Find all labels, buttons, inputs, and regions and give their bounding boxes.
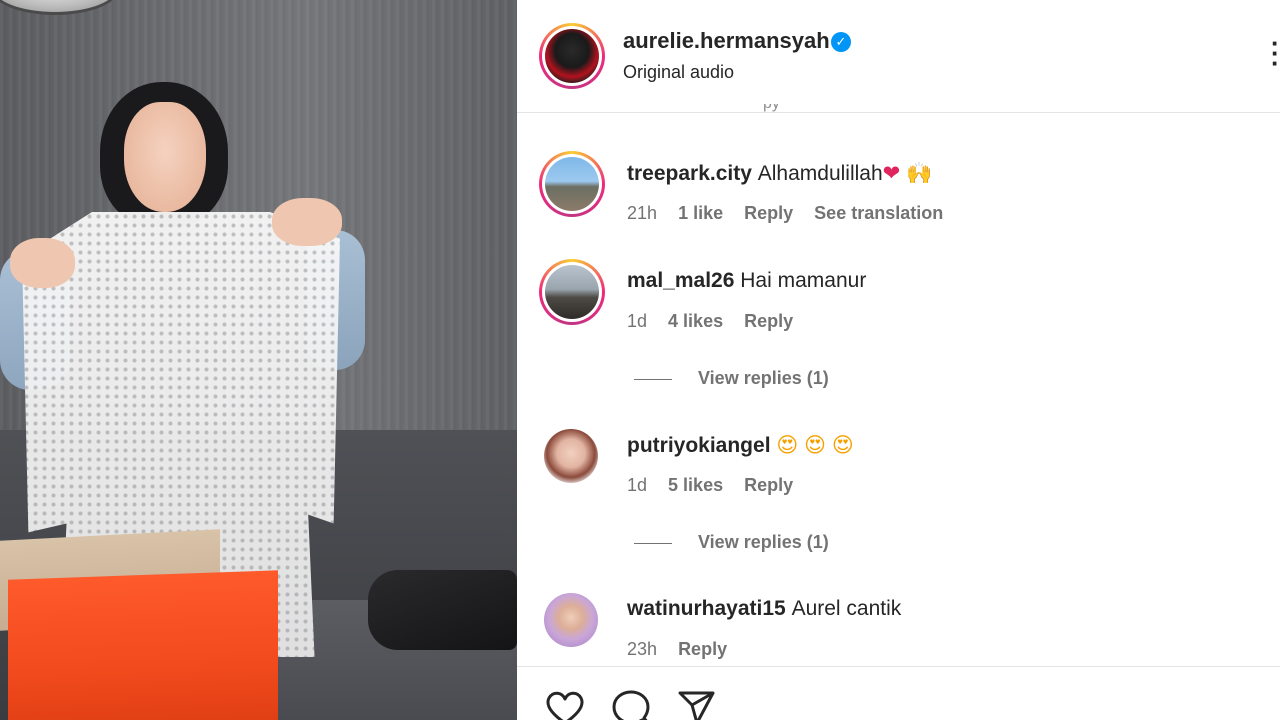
comment-time: 1d xyxy=(627,311,648,331)
owner-username[interactable]: aurelie.hermansyah xyxy=(623,28,830,54)
comment-icon[interactable] xyxy=(611,690,651,720)
comments-panel: aurelie.hermansyah ✓ Original audio · · · … xyxy=(517,0,1280,720)
comment-time: 1d xyxy=(627,475,648,495)
reply-button[interactable]: Reply xyxy=(744,311,793,331)
raising-hands-emoji: 🙌 xyxy=(906,161,933,185)
comment-avatar[interactable] xyxy=(544,429,598,483)
comment-text: Hai mamanur xyxy=(740,269,867,292)
comment-1: treepark.city Alhamdulillah❤ 🙌 xyxy=(627,161,932,186)
comment-username[interactable]: mal_mal26 xyxy=(627,269,734,292)
comment-time: 23h xyxy=(627,639,658,659)
view-replies-label[interactable]: View replies (1) xyxy=(698,532,829,552)
comment-likes[interactable]: 5 likes xyxy=(668,475,723,495)
comment-avatar[interactable] xyxy=(545,265,599,319)
reply-button[interactable]: Reply xyxy=(678,639,727,659)
comment-username[interactable]: treepark.city xyxy=(627,162,752,185)
replies-divider xyxy=(634,378,672,380)
media-hand-right xyxy=(272,198,342,246)
comment-3: putriyokiangel 😍 😍 😍 xyxy=(627,433,854,458)
share-icon[interactable] xyxy=(677,690,717,720)
comment-meta: 1d 5 likes Reply xyxy=(627,475,809,496)
view-replies-button[interactable]: View replies (1) xyxy=(634,368,829,389)
comment-avatar[interactable] xyxy=(544,593,598,647)
like-icon[interactable] xyxy=(545,690,585,720)
comment-2: mal_mal26 Hai mamanur xyxy=(627,269,866,293)
owner-avatar[interactable] xyxy=(545,29,599,83)
heart-emoji: ❤ xyxy=(882,161,901,185)
verified-badge-icon: ✓ xyxy=(831,32,851,52)
comment-avatar[interactable] xyxy=(545,157,599,211)
view-replies-button[interactable]: View replies (1) xyxy=(634,532,829,553)
view-replies-label[interactable]: View replies (1) xyxy=(698,368,829,388)
comment-meta: 21h 1 like Reply See translation xyxy=(627,203,959,224)
comment-text: Aurel cantik xyxy=(791,597,902,620)
media-hand-left xyxy=(10,238,75,288)
comment-meta: 1d 4 likes Reply xyxy=(627,311,809,332)
post-media[interactable] xyxy=(0,0,517,720)
replies-divider xyxy=(634,542,672,544)
reply-button[interactable]: Reply xyxy=(744,203,793,223)
comment-time: 21h xyxy=(627,203,658,223)
media-clothes-pile xyxy=(368,570,517,650)
original-audio-link[interactable]: Original audio xyxy=(623,62,734,83)
comment-likes[interactable]: 4 likes xyxy=(668,311,723,331)
post-header: aurelie.hermansyah ✓ Original audio · · · xyxy=(517,0,1280,113)
scrolled-text-fragment: py xyxy=(763,104,793,113)
see-translation-button[interactable]: See translation xyxy=(814,203,943,223)
media-person-face xyxy=(124,102,206,212)
more-options-icon[interactable]: · · · xyxy=(1271,30,1280,76)
heart-eyes-emoji: 😍 xyxy=(804,433,827,457)
comment-username[interactable]: putriyokiangel xyxy=(627,434,771,457)
reply-button[interactable]: Reply xyxy=(744,475,793,495)
comment-meta: 23h Reply xyxy=(627,639,743,660)
comment-likes[interactable]: 1 like xyxy=(678,203,723,223)
heart-eyes-emoji: 😍 xyxy=(776,433,799,457)
comment-text: Alhamdulillah xyxy=(757,162,883,185)
comment-4: watinurhayati15 Aurel cantik xyxy=(627,597,901,621)
media-orange-box xyxy=(8,570,278,720)
heart-eyes-emoji: 😍 xyxy=(831,433,854,457)
actions-divider xyxy=(517,666,1280,667)
comment-username[interactable]: watinurhayati15 xyxy=(627,597,786,620)
